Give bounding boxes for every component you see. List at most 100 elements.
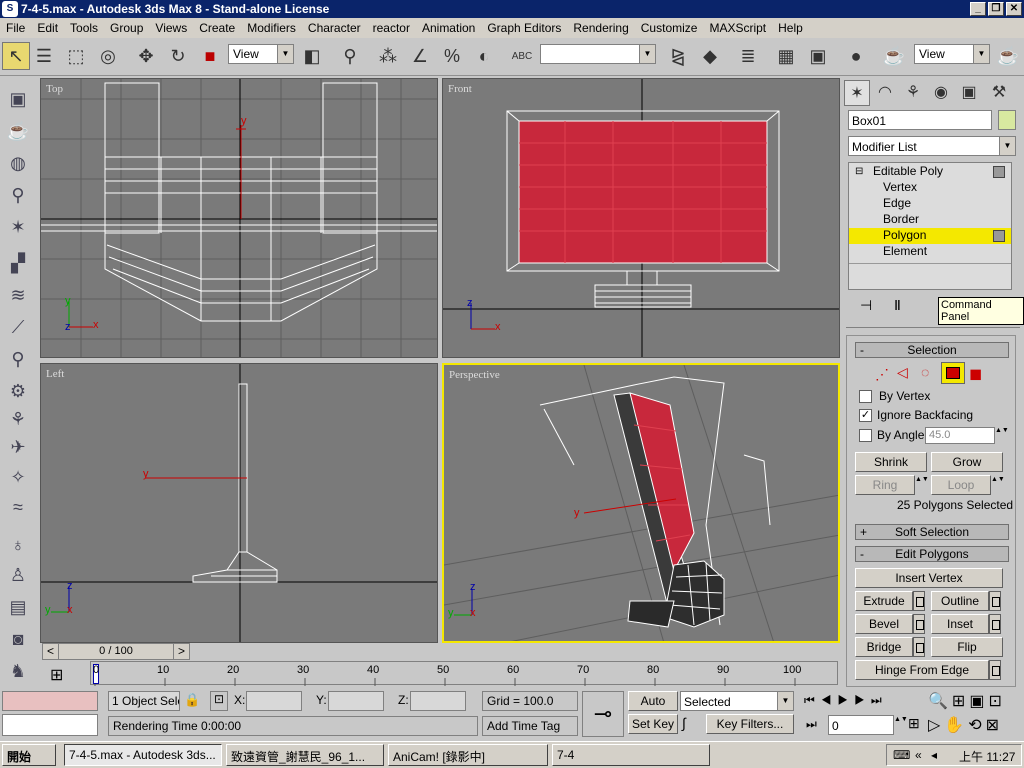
set-key-button[interactable]: Set Key: [628, 714, 678, 734]
quick-render-icon[interactable]: ☕: [994, 42, 1022, 70]
task-document[interactable]: 致遠資管_謝慧民_96_1...: [226, 744, 384, 766]
by-angle-checkbox[interactable]: [859, 429, 872, 442]
viewport-left[interactable]: Left y z y x: [40, 363, 438, 643]
ignore-backfacing-checkbox[interactable]: ✓: [859, 409, 872, 422]
shrink-button[interactable]: Shrink: [855, 452, 927, 472]
menu-maxscript[interactable]: MAXScript: [703, 21, 772, 35]
bone-icon[interactable]: ⚘: [6, 407, 30, 431]
key-mode-toggle-icon[interactable]: ⏭: [806, 717, 817, 732]
edit-polygons-rollout-header[interactable]: - Edit Polygons: [855, 546, 1009, 562]
curve-editor-icon[interactable]: ▦: [772, 42, 800, 70]
viewport-label-front[interactable]: Front: [448, 83, 472, 95]
render-view-dropdown[interactable]: View ▼: [914, 44, 990, 64]
task-3dsmax[interactable]: 7-4-5.max - Autodesk 3ds...: [64, 744, 222, 766]
maxscript-listener-pink[interactable]: [2, 691, 98, 711]
task-folder[interactable]: 7-4: [552, 744, 710, 766]
schematic-view-icon[interactable]: ▣: [804, 42, 832, 70]
bevel-settings-icon[interactable]: [913, 614, 925, 634]
bridge-button[interactable]: Bridge: [855, 637, 913, 657]
current-frame-field[interactable]: 0: [828, 715, 894, 735]
bevel-button[interactable]: Bevel: [855, 614, 913, 634]
maxscript-listener-white[interactable]: [2, 714, 98, 736]
mirror-icon[interactable]: ⧎: [664, 42, 692, 70]
loop-button[interactable]: Loop: [931, 475, 991, 495]
wave-icon[interactable]: ≈: [6, 495, 30, 519]
pan-orbit-controls-icon[interactable]: ▷✋⟲⊠: [928, 715, 1003, 735]
extrude-settings-icon[interactable]: [913, 591, 925, 611]
align-icon[interactable]: ◆: [696, 42, 724, 70]
track-bar-icon[interactable]: ⊞: [50, 665, 63, 685]
angle-spinner[interactable]: 45.0: [925, 427, 995, 444]
start-button[interactable]: 開始: [2, 744, 56, 766]
zoom-controls-icon[interactable]: 🔍⊞▣⊡: [928, 691, 1006, 711]
hierarchy-tab-icon[interactable]: ⚘: [900, 80, 926, 106]
next-frame-button[interactable]: >: [173, 644, 189, 659]
dynamics-icon[interactable]: ✈: [6, 435, 30, 459]
bridge-settings-icon[interactable]: [913, 637, 925, 657]
hinge-settings-icon[interactable]: [989, 660, 1001, 680]
task-anicam[interactable]: AniCam! [錄影中]: [388, 744, 548, 766]
lathe-icon[interactable]: ⚲: [6, 347, 30, 371]
utilities-tab-icon[interactable]: ⚒: [986, 80, 1012, 106]
teapot-icon[interactable]: ☕: [6, 119, 30, 143]
key-filters-button[interactable]: Key Filters...: [706, 714, 794, 734]
figure-icon[interactable]: ♙: [6, 563, 30, 587]
vertex-mode-icon[interactable]: ⋰: [875, 366, 889, 383]
object-color-swatch[interactable]: [998, 110, 1016, 130]
walk-icon[interactable]: ♞: [6, 659, 30, 683]
menu-modifiers[interactable]: Modifiers: [241, 21, 302, 35]
create-tab-icon[interactable]: ✶: [844, 80, 870, 106]
inset-settings-icon[interactable]: [989, 614, 1001, 634]
layer-manager-icon[interactable]: ≣: [734, 42, 762, 70]
sphere-icon[interactable]: ◍: [6, 151, 30, 175]
key-mode-dropdown[interactable]: Selected ▼: [680, 691, 794, 711]
playback-controls-icon[interactable]: ⏮◀▶▶⏭: [804, 693, 888, 708]
expand-tray-icon[interactable]: «: [915, 748, 922, 762]
app-icon[interactable]: S: [2, 1, 18, 17]
prev-frame-button[interactable]: <: [43, 644, 59, 659]
menu-customize[interactable]: Customize: [635, 21, 704, 35]
stack-item-border[interactable]: Border: [883, 212, 919, 226]
outline-settings-icon[interactable]: [989, 591, 1001, 611]
time-config-icon[interactable]: ⊞: [908, 715, 920, 732]
menu-help[interactable]: Help: [772, 21, 809, 35]
volume-icon[interactable]: ◂: [931, 748, 937, 762]
select-by-name-icon[interactable]: ☰: [30, 42, 58, 70]
pin-stack-icon[interactable]: ⊣: [860, 297, 872, 314]
render-scene-icon[interactable]: ☕: [880, 42, 908, 70]
stack-item-polygon[interactable]: Polygon: [883, 228, 926, 242]
reference-coord-dropdown[interactable]: View ▼: [228, 44, 294, 64]
spinner-snap-icon[interactable]: ◐: [470, 42, 498, 70]
menu-edit[interactable]: Edit: [31, 21, 64, 35]
stack-root[interactable]: Editable Poly: [873, 164, 943, 178]
menu-group[interactable]: Group: [104, 21, 149, 35]
display-tab-icon[interactable]: ▣: [956, 80, 982, 106]
lock-icon[interactable]: 🔒: [184, 692, 200, 708]
stack-item-edge[interactable]: Edge: [883, 196, 911, 210]
menu-create[interactable]: Create: [193, 21, 241, 35]
menu-character[interactable]: Character: [302, 21, 367, 35]
key-tangent-icon[interactable]: ∫: [682, 715, 686, 731]
soft-selection-rollout-header[interactable]: + Soft Selection: [855, 524, 1009, 540]
ring-button[interactable]: Ring: [855, 475, 915, 495]
rect-selection-icon[interactable]: ⬚: [62, 42, 90, 70]
show-end-result-icon[interactable]: Ⅱ: [894, 297, 901, 314]
edit-named-selection-icon[interactable]: ABC: [508, 42, 536, 70]
menu-file[interactable]: File: [0, 21, 31, 35]
add-time-tag[interactable]: Add Time Tag: [482, 716, 578, 736]
polygon-mode-icon[interactable]: [941, 362, 965, 384]
map-icon[interactable]: ▤: [6, 595, 30, 619]
scale-icon[interactable]: ■: [196, 42, 224, 70]
snap-toggle-icon[interactable]: ⁂: [374, 42, 402, 70]
light-icon[interactable]: ⚲: [6, 183, 30, 207]
keyboard-icon[interactable]: ⌨: [893, 748, 910, 762]
select-object-icon[interactable]: ↖: [2, 42, 30, 70]
maximize-button[interactable]: ❐: [988, 2, 1004, 16]
helper-icon[interactable]: ✶: [6, 215, 30, 239]
biped-icon[interactable]: ♁: [6, 533, 30, 557]
time-slider[interactable]: < 0 / 100 >: [42, 643, 190, 660]
viewport-label-top[interactable]: Top: [46, 83, 63, 95]
z-coordinate-field[interactable]: [410, 691, 466, 711]
modifier-list-dropdown[interactable]: Modifier List ▼: [848, 136, 1016, 156]
menu-graph-editors[interactable]: Graph Editors: [481, 21, 567, 35]
